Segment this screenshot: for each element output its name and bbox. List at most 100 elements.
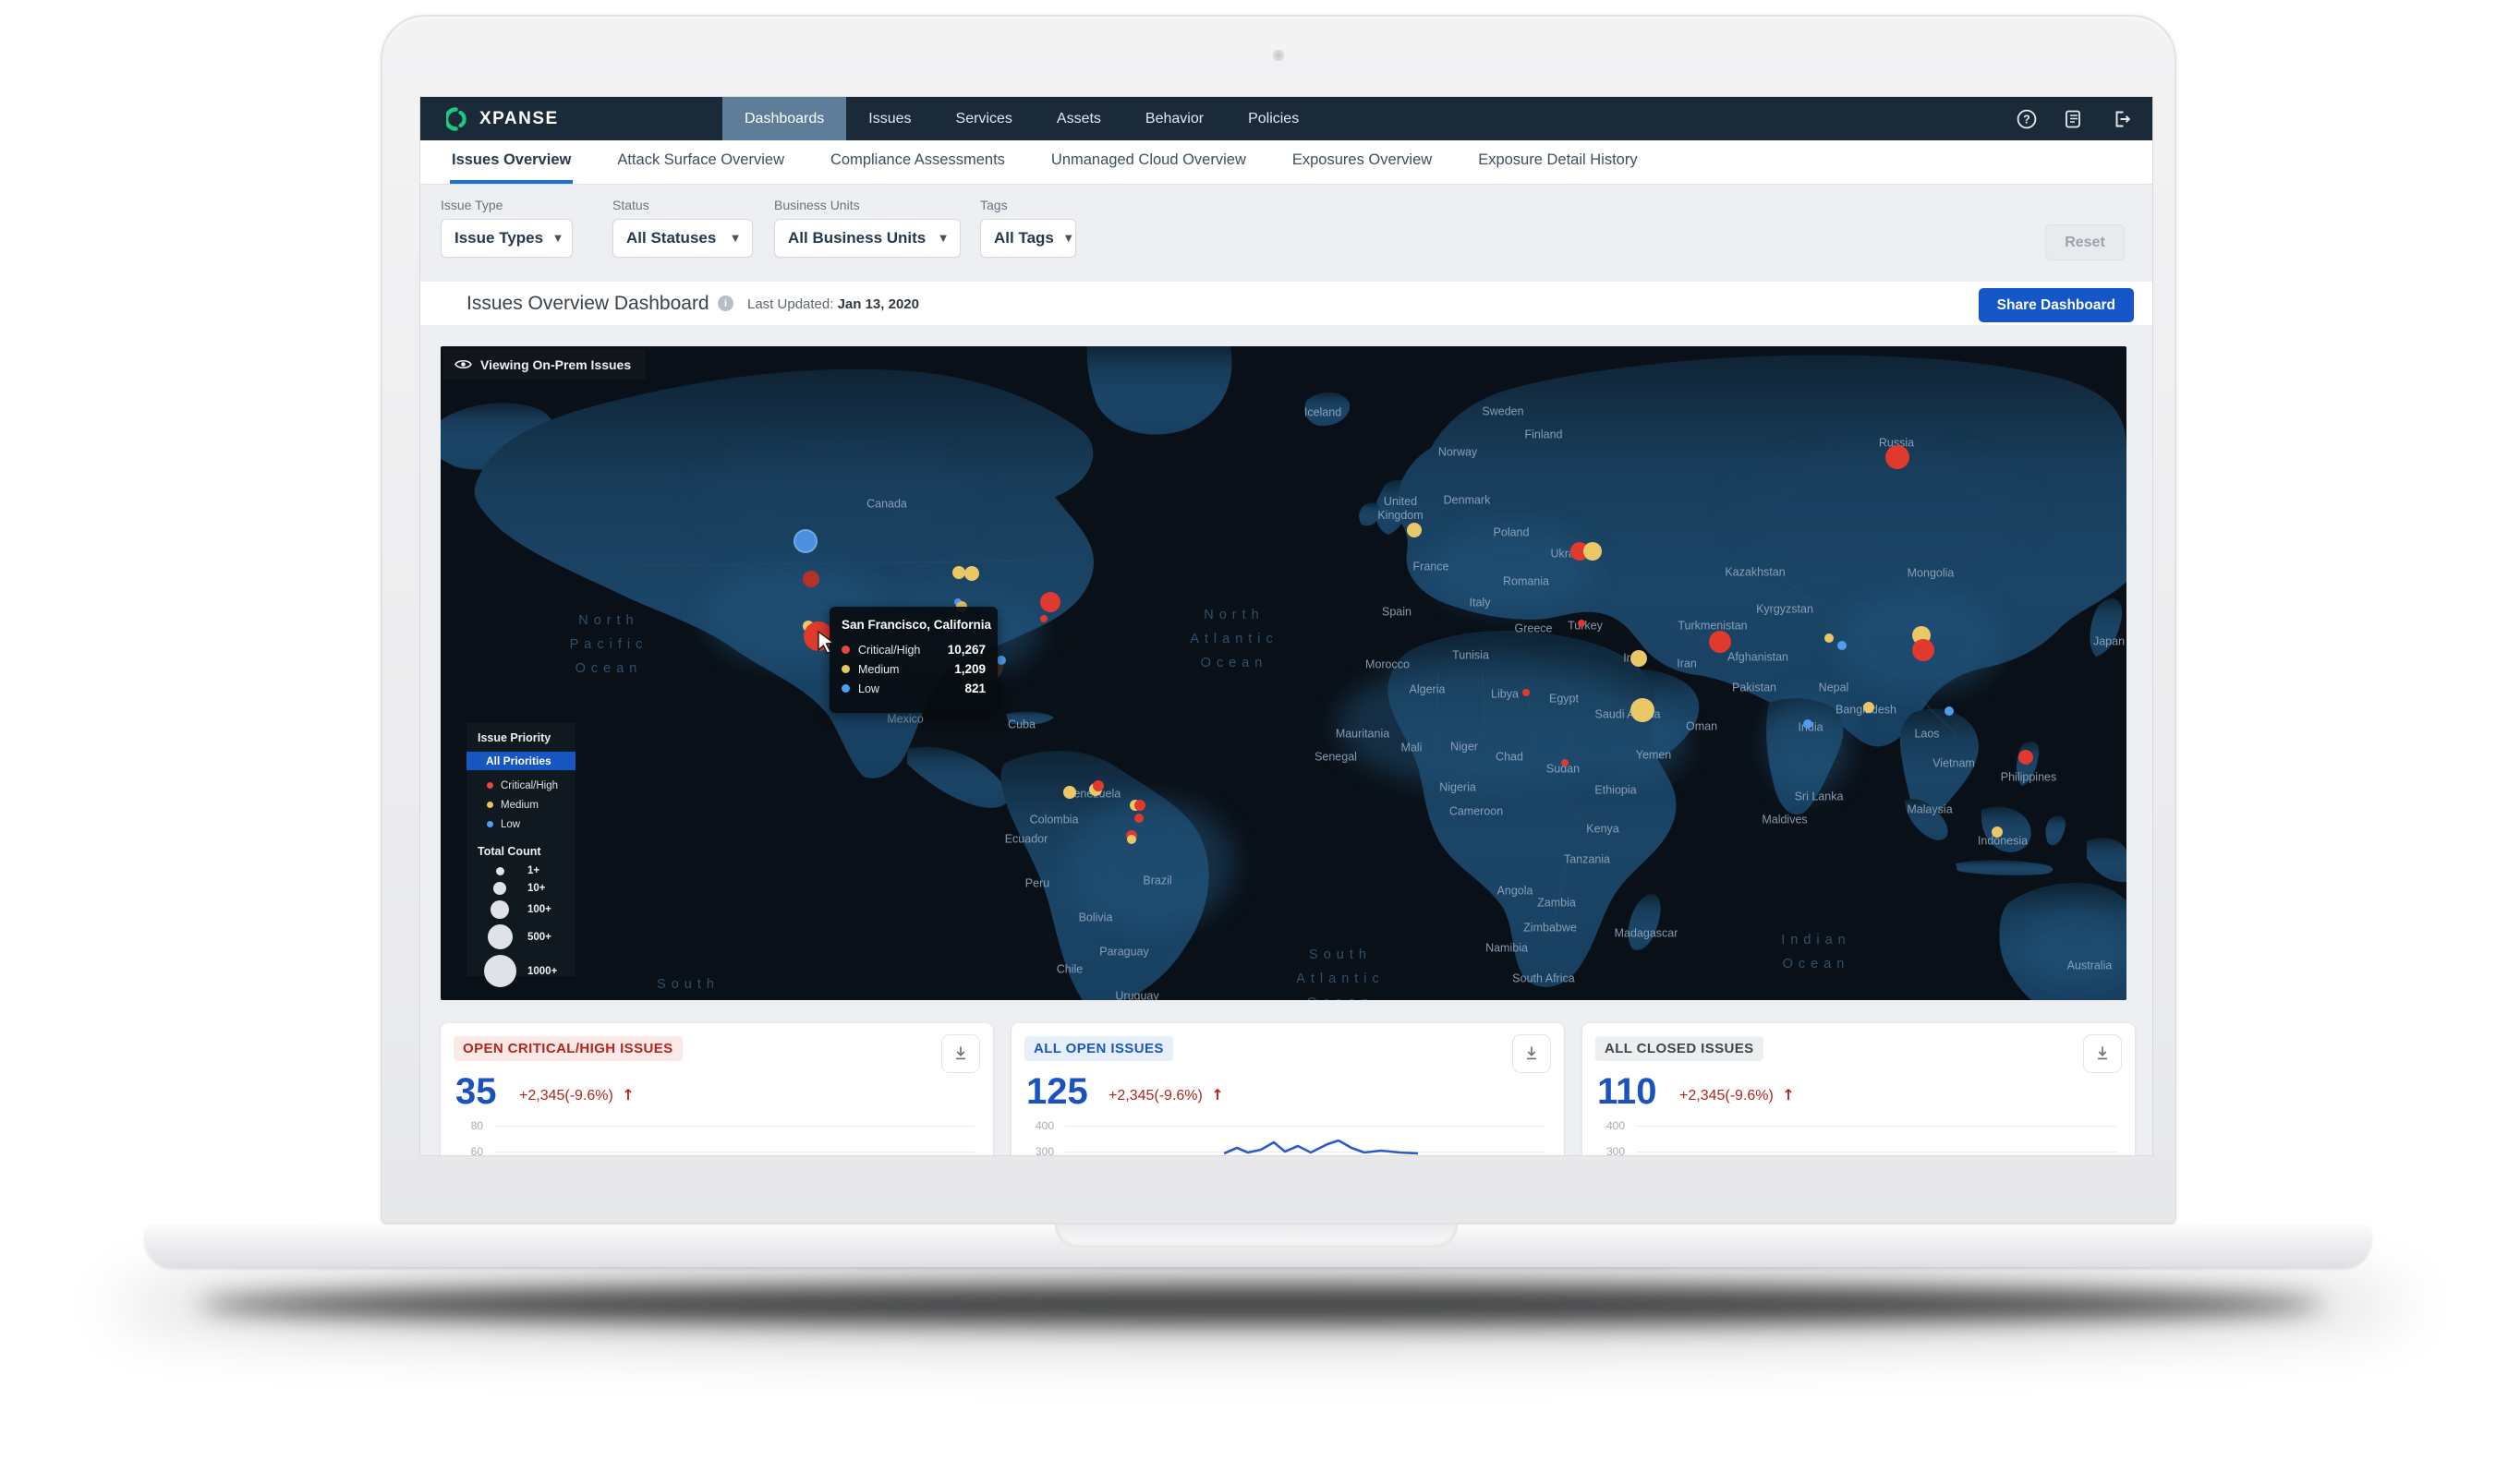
download-button[interactable] [2083, 1034, 2122, 1073]
nav-tab-issues[interactable]: Issues [846, 97, 933, 140]
tooltip-priority-label: Low [858, 682, 879, 695]
issue-dot-bigblue[interactable] [794, 529, 818, 553]
download-button[interactable] [1512, 1034, 1551, 1073]
xpanse-logo-icon [446, 107, 470, 131]
issue-dot-red[interactable] [2018, 750, 2033, 765]
chevron-down-icon: ▼ [939, 234, 947, 244]
legend-priority-critical-high[interactable]: Critical/High [466, 776, 575, 795]
issue-dot-yellow[interactable] [1407, 523, 1422, 537]
legend-all-priorities[interactable]: All Priorities [466, 752, 575, 770]
brand[interactable]: XPANSE [420, 107, 696, 131]
logout-icon[interactable] [2110, 108, 2132, 130]
legend-priority-medium[interactable]: Medium [466, 795, 575, 814]
issue-dot-red[interactable] [1040, 592, 1060, 612]
download-icon [951, 1044, 970, 1063]
issue-dot-yellow[interactable] [1583, 542, 1602, 561]
summary-card-all-open-issues: ALL OPEN ISSUES125+2,345(-9.6%) ↑400300 [1012, 1023, 1564, 1155]
issue-dot-red[interactable] [1040, 615, 1048, 622]
priority-dot-icon [842, 646, 850, 654]
mini-chart-gridline: 400 [1012, 1119, 1564, 1132]
issue-dot-red[interactable] [1561, 759, 1569, 766]
tooltip-row: Low821 [842, 679, 986, 698]
issue-dot-red[interactable] [1709, 631, 1731, 653]
legend-size-1plus: 1+ [466, 865, 575, 876]
issue-dot-yellow[interactable] [1630, 650, 1647, 667]
issue-dot-darkred[interactable] [803, 571, 819, 587]
filter-issue-type: Issue TypeIssue Types▼ [441, 198, 573, 258]
legend-priority-label: Medium [501, 800, 539, 811]
legend-size-label: 10+ [527, 883, 546, 894]
issue-dot-red[interactable] [1912, 639, 1934, 661]
info-icon[interactable]: i [718, 296, 733, 311]
filter-dropdown[interactable]: All Tags▼ [980, 219, 1076, 258]
help-icon[interactable]: ? [2016, 108, 2038, 130]
issue-dot-red[interactable] [1885, 445, 1909, 469]
axis-tick-label: 60 [441, 1145, 483, 1155]
nav-tab-behavior[interactable]: Behavior [1123, 97, 1226, 140]
subtab-exposure-detail-history[interactable]: Exposure Detail History [1476, 140, 1639, 184]
card-title: OPEN CRITICAL/HIGH ISSUES [454, 1036, 683, 1061]
issue-dot-blue[interactable] [997, 656, 1006, 665]
filter-dropdown[interactable]: All Statuses▼ [612, 219, 753, 258]
issue-dot-red[interactable] [1578, 620, 1585, 627]
issue-dot-red[interactable] [1522, 689, 1530, 696]
issue-dot-yellow[interactable] [1863, 702, 1874, 713]
filter-bar: Reset Issue TypeIssue Types▼ Status All St… [420, 185, 2152, 282]
gridline [1636, 1126, 2116, 1127]
top-nav: XPANSE DashboardsIssuesServicesAssetsBeh… [420, 97, 2152, 140]
axis-tick-label: 80 [441, 1119, 483, 1132]
subtab-issues-overview[interactable]: Issues Overview [450, 140, 573, 184]
share-dashboard-button[interactable]: Share Dashboard [1979, 288, 2134, 322]
filter-value: Issue Types [454, 229, 543, 247]
nav-tabs: DashboardsIssuesServicesAssetsBehaviorPo… [722, 97, 1321, 140]
map-mode-badge[interactable]: Viewing On-Prem Issues [443, 349, 646, 380]
release-notes-icon[interactable] [2063, 108, 2085, 130]
issue-dot-red[interactable] [1134, 814, 1144, 823]
dashboard-subtabs: Issues Overview Attack Surface Overview Co… [420, 140, 2152, 185]
issue-dot-yellow[interactable] [964, 566, 979, 581]
download-icon [2093, 1044, 2112, 1063]
download-button[interactable] [941, 1034, 980, 1073]
issue-dot-yellow[interactable] [1127, 835, 1136, 844]
size-circle-wrap [483, 900, 516, 919]
city-tooltip: San Francisco, California Critical/High1… [830, 607, 998, 713]
dashboard-app: XPANSE DashboardsIssuesServicesAssetsBeh… [420, 97, 2152, 1155]
eye-icon [454, 358, 472, 370]
subtab-compliance-assessments[interactable]: Compliance Assessments [829, 140, 1007, 184]
legend-size-100plus: 100+ [466, 900, 575, 919]
issue-dot-yellow[interactable] [1824, 633, 1834, 643]
issue-dot-red[interactable] [1093, 780, 1104, 791]
subtab-unmanaged-cloud-overview[interactable]: Unmanaged Cloud Overview [1049, 140, 1248, 184]
legend-priority-low[interactable]: Low [466, 814, 575, 834]
nav-tab-assets[interactable]: Assets [1035, 97, 1123, 140]
filter-label: Business Units [774, 198, 961, 212]
issue-dot-yellow[interactable] [1992, 826, 2003, 838]
issue-dot-yellow[interactable] [1630, 698, 1654, 722]
gridline [494, 1126, 975, 1127]
filter-value: All Business Units [788, 229, 926, 247]
issue-dot-yellow[interactable] [952, 566, 965, 579]
nav-tab-policies[interactable]: Policies [1226, 97, 1321, 140]
filter-label: Tags [980, 198, 1076, 212]
size-circle-icon [496, 867, 504, 875]
filter-dropdown[interactable]: All Business Units ▼ [774, 219, 961, 258]
filter-tags: Tags All Tags▼ [980, 198, 1076, 258]
card-value: 110 [1597, 1071, 1657, 1113]
issue-dot-blue[interactable] [1945, 706, 1954, 716]
subtab-attack-surface-overview[interactable]: Attack Surface Overview [615, 140, 786, 184]
chevron-down-icon: ▼ [1065, 234, 1072, 244]
filter-dropdown[interactable]: Issue Types▼ [441, 219, 573, 258]
subtab-exposures-overview[interactable]: Exposures Overview [1290, 140, 1434, 184]
map-legend: Issue Priority All Priorities Critical/H… [466, 723, 575, 976]
laptop-screen: XPANSE DashboardsIssuesServicesAssetsBeh… [381, 15, 2176, 1225]
issue-dot-yellow[interactable] [1063, 786, 1076, 799]
nav-tab-dashboards[interactable]: Dashboards [722, 97, 846, 140]
issue-dot-blue[interactable] [1837, 641, 1847, 650]
filter-label: Status [612, 198, 753, 212]
nav-tab-services[interactable]: Services [934, 97, 1035, 140]
reset-button[interactable]: Reset [2045, 224, 2125, 260]
issues-world-map[interactable]: Viewing On-Prem Issues CanadaIcelandSwed… [441, 346, 2126, 1000]
issue-dot-blue[interactable] [1803, 719, 1812, 729]
issue-dot-red[interactable] [1134, 800, 1145, 811]
title-bar: Issues Overview Dashboard i Last Updated… [420, 282, 2152, 325]
